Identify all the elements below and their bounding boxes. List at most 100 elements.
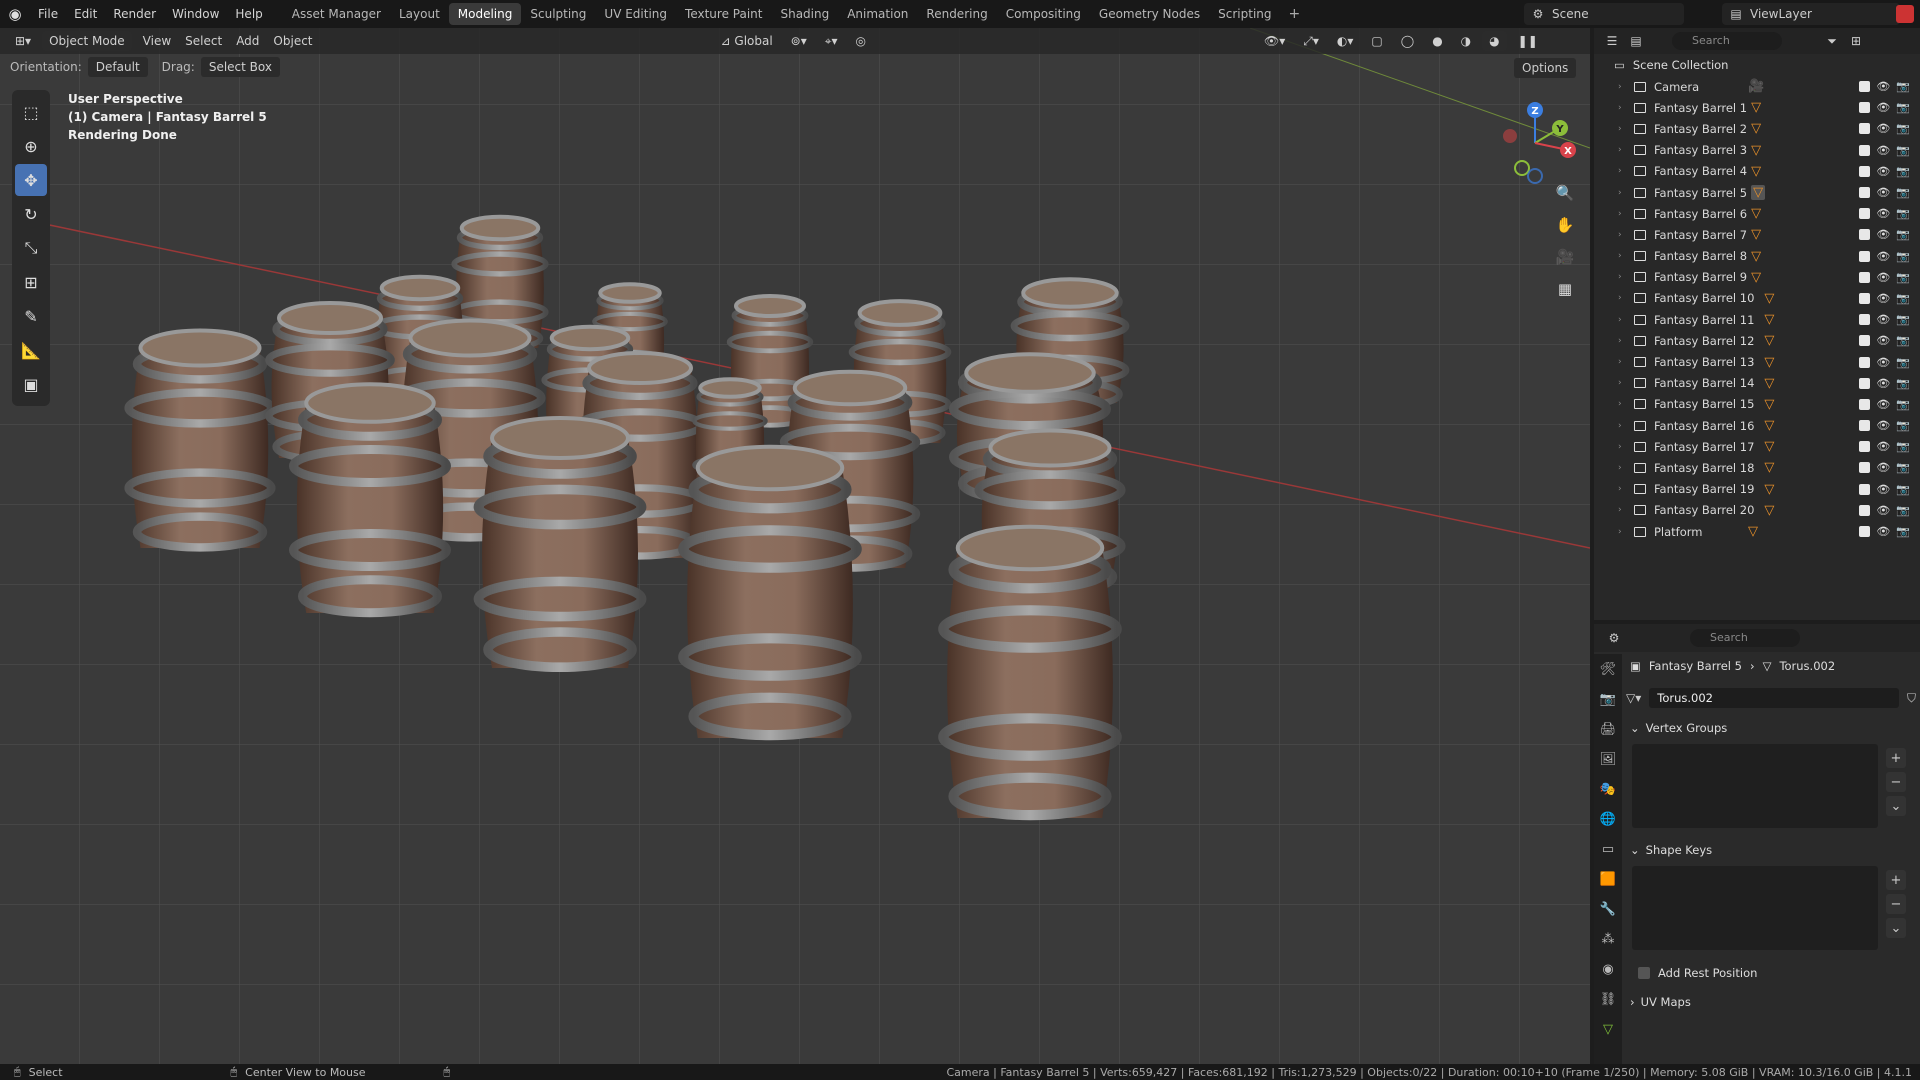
add-cube-tool-icon[interactable]: ▣ bbox=[15, 368, 47, 400]
menu-edit[interactable]: Edit bbox=[66, 0, 105, 28]
exclude-checkbox[interactable] bbox=[1859, 504, 1871, 516]
select-box-tool-icon[interactable]: ⬚ bbox=[15, 96, 47, 128]
exclude-checkbox[interactable] bbox=[1859, 292, 1871, 304]
xray-icon[interactable]: ▢ bbox=[1364, 31, 1389, 51]
workspace-tab-layout[interactable]: Layout bbox=[390, 3, 449, 25]
exclude-checkbox[interactable] bbox=[1859, 271, 1871, 283]
expand-arrow-icon[interactable]: › bbox=[1618, 442, 1628, 452]
transform-tool-icon[interactable]: ⊞ bbox=[15, 266, 47, 298]
workspace-tab-rendering[interactable]: Rendering bbox=[917, 3, 996, 25]
render-camera-icon[interactable]: 📷 bbox=[1896, 525, 1910, 538]
properties-editor-icon[interactable]: ⚙ bbox=[1606, 630, 1622, 646]
mode-dropdown[interactable]: Object Mode bbox=[42, 31, 132, 51]
outliner-row[interactable]: › Fantasy Barrel 11 ▽ 👁 📷 bbox=[1594, 309, 1920, 330]
3d-viewport[interactable]: ⊞▾ Object Mode View Select Add Object ⊿ Glo… bbox=[0, 28, 1590, 1064]
eye-icon[interactable]: 👁 bbox=[1876, 398, 1890, 411]
render-camera-icon[interactable]: 📷 bbox=[1896, 186, 1910, 199]
eye-icon[interactable]: 👁 bbox=[1876, 483, 1890, 496]
expand-arrow-icon[interactable]: › bbox=[1618, 124, 1628, 134]
expand-arrow-icon[interactable]: › bbox=[1618, 463, 1628, 473]
uv-maps-panel-header[interactable]: › UV Maps bbox=[1626, 990, 1916, 1014]
object-tab-icon[interactable]: 🟧 bbox=[1594, 864, 1622, 894]
exclude-checkbox[interactable] bbox=[1859, 398, 1871, 410]
mesh-data-icon[interactable]: ▽ bbox=[1764, 355, 1774, 370]
collection-tab-icon[interactable]: ▭ bbox=[1594, 834, 1622, 864]
add-shape-key-icon[interactable]: + bbox=[1886, 870, 1906, 890]
outliner-row[interactable]: › Fantasy Barrel 14 ▽ 👁 📷 bbox=[1594, 373, 1920, 394]
viewport-menu-view[interactable]: View bbox=[136, 31, 178, 51]
outliner-row[interactable]: › Fantasy Barrel 20 ▽ 👁 📷 bbox=[1594, 500, 1920, 521]
mesh-data-icon[interactable]: ▽ bbox=[1748, 524, 1758, 539]
vertex-groups-panel-header[interactable]: ⌄ Vertex Groups bbox=[1626, 716, 1916, 740]
render-camera-icon[interactable]: 📷 bbox=[1896, 101, 1910, 114]
workspace-tab-scripting[interactable]: Scripting bbox=[1209, 3, 1280, 25]
rendered-shading-icon[interactable]: ◕ bbox=[1482, 31, 1507, 51]
tool-tab-icon[interactable]: 🛠 bbox=[1594, 654, 1622, 684]
mesh-name-field[interactable]: Torus.002 bbox=[1649, 688, 1899, 708]
workspace-tab-modeling[interactable]: Modeling bbox=[448, 3, 522, 25]
shape-key-menu-icon[interactable]: ⌄ bbox=[1886, 918, 1906, 938]
render-camera-icon[interactable]: 📷 bbox=[1896, 334, 1910, 347]
render-camera-icon[interactable]: 📷 bbox=[1896, 144, 1910, 157]
outliner-search-input[interactable]: Search bbox=[1672, 32, 1782, 50]
ortho-grid-icon[interactable]: ▦ bbox=[1550, 274, 1580, 304]
options-dropdown[interactable]: Options bbox=[1514, 58, 1577, 78]
eye-icon[interactable]: 👁 bbox=[1876, 186, 1890, 199]
solid-shading-icon[interactable]: ● bbox=[1425, 31, 1449, 51]
render-camera-icon[interactable]: 📷 bbox=[1896, 461, 1910, 474]
workspace-tab-animation[interactable]: Animation bbox=[838, 3, 917, 25]
eye-icon[interactable]: 👁 bbox=[1876, 292, 1890, 305]
mesh-data-icon[interactable]: ▽ bbox=[1751, 249, 1761, 264]
exclude-checkbox[interactable] bbox=[1859, 81, 1871, 93]
outliner-row[interactable]: › Platform ▽ 👁 📷 bbox=[1594, 521, 1920, 542]
render-camera-icon[interactable]: 📷 bbox=[1896, 313, 1910, 326]
eye-icon[interactable]: 👁 bbox=[1876, 80, 1890, 93]
mesh-browse-icon[interactable]: ▽▾ bbox=[1626, 691, 1641, 705]
expand-arrow-icon[interactable]: › bbox=[1618, 484, 1628, 494]
editor-type-icon[interactable]: ⊞▾ bbox=[8, 31, 38, 51]
outliner-row[interactable]: › Fantasy Barrel 13 ▽ 👁 📷 bbox=[1594, 351, 1920, 372]
eye-icon[interactable]: 👁 bbox=[1876, 419, 1890, 432]
mesh-data-icon[interactable]: ▽ bbox=[1764, 439, 1774, 454]
outliner-row[interactable]: › Fantasy Barrel 12 ▽ 👁 📷 bbox=[1594, 330, 1920, 351]
outliner-row[interactable]: › Fantasy Barrel 3 ▽ 👁 📷 bbox=[1594, 140, 1920, 161]
workspace-tab-asset-manager[interactable]: Asset Manager bbox=[283, 3, 390, 25]
camera-data-icon[interactable]: 🎥 bbox=[1748, 79, 1764, 94]
transform-orientation-dropdown[interactable]: ⊿ Global bbox=[714, 31, 780, 51]
mesh-data-icon[interactable]: ▽ bbox=[1764, 333, 1774, 348]
exclude-checkbox[interactable] bbox=[1859, 187, 1871, 199]
expand-arrow-icon[interactable]: › bbox=[1618, 315, 1628, 325]
eye-icon[interactable]: 👁 bbox=[1876, 504, 1890, 517]
exclude-checkbox[interactable] bbox=[1859, 420, 1871, 432]
expand-arrow-icon[interactable]: › bbox=[1618, 505, 1628, 515]
outliner-row[interactable]: › Fantasy Barrel 17 ▽ 👁 📷 bbox=[1594, 436, 1920, 457]
view-layer-tab-icon[interactable]: 🖼 bbox=[1594, 744, 1622, 774]
proportional-icon[interactable]: ◎ bbox=[849, 31, 873, 51]
particles-tab-icon[interactable]: ⁂ bbox=[1594, 924, 1622, 954]
expand-arrow-icon[interactable]: › bbox=[1618, 188, 1628, 198]
measure-tool-icon[interactable]: 📐 bbox=[15, 334, 47, 366]
mesh-data-icon[interactable]: ▽ bbox=[1751, 164, 1761, 179]
annotate-tool-icon[interactable]: ✎ bbox=[15, 300, 47, 332]
pause-icon[interactable]: ❚❚ bbox=[1511, 31, 1545, 51]
vertex-groups-list[interactable] bbox=[1632, 744, 1878, 828]
scene-collection-row[interactable]: ▭ Scene Collection bbox=[1594, 54, 1920, 76]
expand-arrow-icon[interactable]: › bbox=[1618, 293, 1628, 303]
render-camera-icon[interactable]: 📷 bbox=[1896, 356, 1910, 369]
outliner-row[interactable]: › Fantasy Barrel 16 ▽ 👁 📷 bbox=[1594, 415, 1920, 436]
exclude-checkbox[interactable] bbox=[1859, 356, 1871, 368]
render-camera-icon[interactable]: 📷 bbox=[1896, 483, 1910, 496]
mesh-data-icon[interactable]: ▽ bbox=[1751, 143, 1761, 158]
outliner-editor-icon[interactable]: ☰ bbox=[1604, 33, 1620, 49]
expand-arrow-icon[interactable]: › bbox=[1618, 251, 1628, 261]
rotate-tool-icon[interactable]: ↻ bbox=[15, 198, 47, 230]
blender-logo-icon[interactable]: ◉ bbox=[0, 0, 30, 28]
mesh-data-icon[interactable]: ▽ bbox=[1751, 227, 1761, 242]
outliner-row[interactable]: › Fantasy Barrel 10 ▽ 👁 📷 bbox=[1594, 288, 1920, 309]
expand-arrow-icon[interactable]: › bbox=[1618, 357, 1628, 367]
render-camera-icon[interactable]: 📷 bbox=[1896, 292, 1910, 305]
menu-window[interactable]: Window bbox=[164, 0, 227, 28]
render-camera-icon[interactable]: 📷 bbox=[1896, 80, 1910, 93]
eye-icon[interactable]: 👁 bbox=[1876, 271, 1890, 284]
properties-search-input[interactable]: Search bbox=[1690, 629, 1800, 647]
